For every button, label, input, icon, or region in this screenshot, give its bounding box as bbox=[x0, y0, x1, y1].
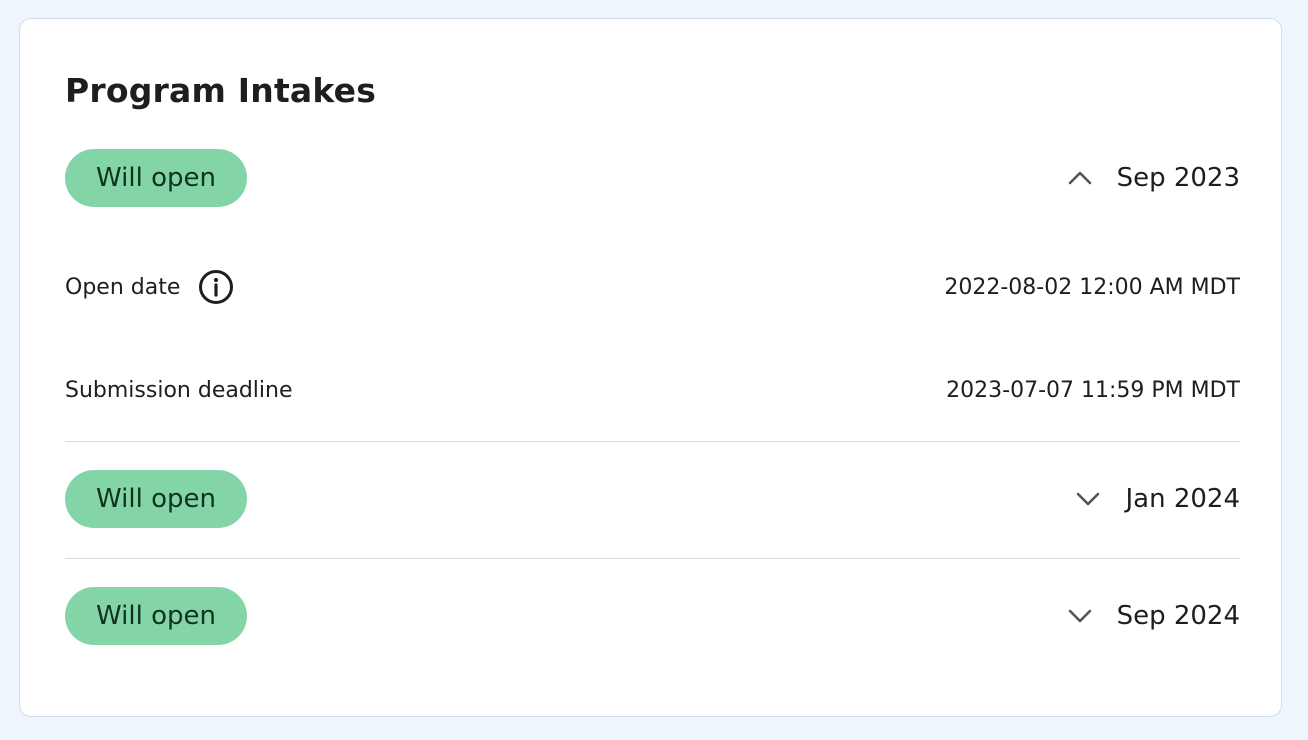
intake-row-jan-2024[interactable]: Will open Jan 2024 bbox=[65, 470, 1240, 528]
status-badge: Will open bbox=[65, 149, 247, 207]
open-date-label: Open date bbox=[65, 274, 181, 300]
open-date-row: Open date 2022-08-02 12:00 AM MDT bbox=[65, 267, 1240, 307]
chevron-down-icon[interactable] bbox=[1067, 608, 1093, 624]
submission-deadline-row: Submission deadline 2023-07-07 11:59 PM … bbox=[65, 370, 1240, 410]
intake-toggle[interactable]: Jan 2024 bbox=[1075, 484, 1240, 514]
chevron-down-icon[interactable] bbox=[1075, 491, 1101, 507]
intake-row-sep-2023[interactable]: Will open Sep 2023 bbox=[65, 149, 1240, 207]
intake-term: Jan 2024 bbox=[1125, 484, 1240, 514]
open-date-value: 2022-08-02 12:00 AM MDT bbox=[944, 274, 1240, 300]
submission-deadline-value: 2023-07-07 11:59 PM MDT bbox=[946, 377, 1240, 403]
intake-term: Sep 2023 bbox=[1116, 163, 1240, 193]
divider bbox=[65, 441, 1240, 442]
chevron-up-icon[interactable] bbox=[1067, 170, 1093, 186]
open-date-label-group: Open date bbox=[65, 269, 234, 305]
status-badge: Will open bbox=[65, 470, 247, 528]
status-badge: Will open bbox=[65, 587, 247, 645]
intake-term: Sep 2024 bbox=[1116, 601, 1240, 631]
info-icon[interactable] bbox=[198, 269, 234, 305]
intake-toggle[interactable]: Sep 2023 bbox=[1067, 163, 1240, 193]
divider bbox=[65, 558, 1240, 559]
submission-deadline-label: Submission deadline bbox=[65, 377, 293, 403]
page-title: Program Intakes bbox=[65, 71, 377, 110]
program-intakes-card: Program Intakes Will open Sep 2023 Open … bbox=[19, 18, 1282, 717]
intake-row-sep-2024[interactable]: Will open Sep 2024 bbox=[65, 587, 1240, 645]
intake-toggle[interactable]: Sep 2024 bbox=[1067, 601, 1240, 631]
